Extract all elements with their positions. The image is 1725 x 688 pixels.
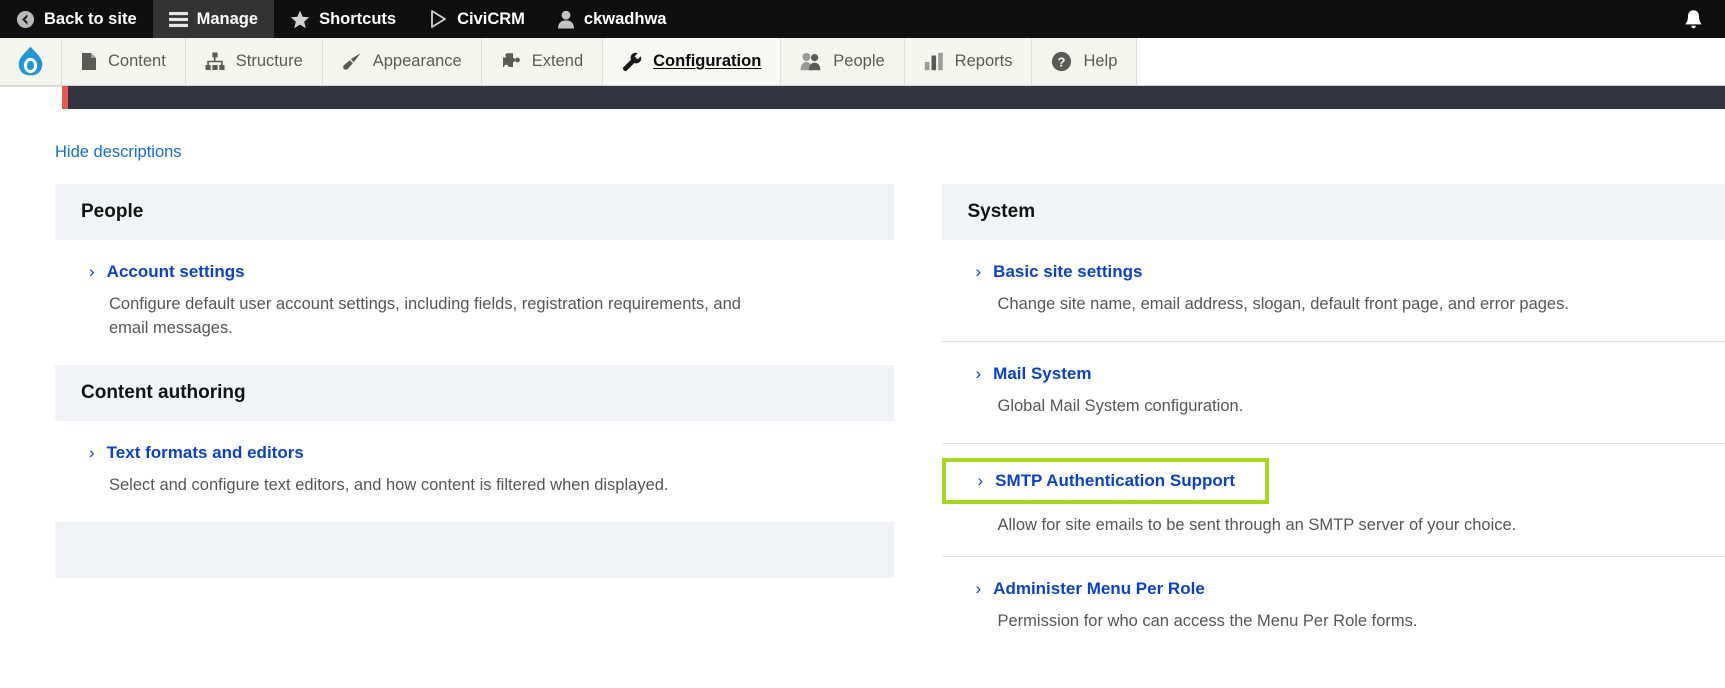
menu-item-people[interactable]: People: [781, 38, 905, 85]
config-link-label: Text formats and editors: [106, 442, 304, 462]
admin-bar-item-shortcuts[interactable]: Shortcuts: [274, 0, 412, 38]
admin-bar-item-user[interactable]: ckwadhwa: [541, 0, 683, 38]
drupal-logo-button[interactable]: [0, 38, 62, 85]
admin-bar-label: Back to site: [44, 9, 137, 28]
people-icon: [800, 52, 822, 71]
user-icon: [557, 10, 575, 29]
menu-item-configuration[interactable]: Configuration: [603, 38, 782, 85]
menu-item-label: Appearance: [372, 52, 462, 70]
sitemap-icon: [205, 52, 225, 71]
wrench-icon: [622, 52, 642, 72]
page-header-navy-bar: [68, 86, 1725, 109]
menu-item-label: People: [833, 52, 885, 70]
hamburger-icon: [168, 11, 188, 28]
chevron-right-icon: ›: [975, 578, 982, 598]
menu-item-label: Content: [108, 52, 166, 70]
config-entry-smtp-authentication-support: › SMTP Authentication Support Allow for …: [941, 444, 1725, 557]
section-body: › Account settings Configure default use…: [55, 240, 894, 365]
section-heading: System: [941, 184, 1725, 240]
admin-bar-item-manage[interactable]: Manage: [152, 0, 275, 38]
config-column-left: People › Account settings Configure defa…: [55, 184, 894, 658]
section-body: › Text formats and editors Select and co…: [55, 421, 894, 522]
admin-bar-item-back-to-site[interactable]: Back to site: [0, 0, 153, 38]
config-columns: People › Account settings Configure defa…: [55, 184, 1725, 658]
config-link-label: Administer Menu Per Role: [993, 578, 1205, 598]
admin-menu-bar: Content Structure Appearance Extend Conf…: [0, 38, 1725, 86]
admin-bar-item-civicrm[interactable]: CiviCRM: [412, 0, 541, 38]
config-link-text-formats-and-editors[interactable]: › Text formats and editors: [55, 443, 894, 463]
admin-bar-label: Manage: [196, 9, 259, 28]
config-entry-description: Allow for site emails to be sent through…: [997, 515, 1517, 534]
section-heading: Content authoring: [55, 364, 894, 421]
page-header-gutter: [0, 86, 62, 109]
chevron-right-icon: ›: [975, 262, 982, 281]
config-link-label: Mail System: [993, 363, 1092, 383]
config-link-label: Basic site settings: [993, 262, 1143, 281]
config-link-administer-menu-per-role[interactable]: › Administer Menu Per Role: [942, 579, 1725, 599]
config-link-mail-system[interactable]: › Mail System: [942, 364, 1725, 384]
menu-item-label: Configuration: [653, 52, 762, 70]
back-arrow-circle-icon: [16, 10, 35, 29]
config-link-label: Account settings: [106, 262, 245, 281]
notifications-button[interactable]: [1662, 0, 1725, 38]
config-link-smtp-authentication-support[interactable]: › SMTP Authentication Support: [941, 457, 1270, 504]
config-section-content-authoring: Content authoring › Text formats and edi…: [55, 364, 894, 522]
section-heading-partial: [55, 521, 894, 578]
bar-chart-icon: [924, 52, 944, 71]
config-entry-description: Select and configure text editors, and h…: [109, 475, 669, 494]
menu-item-label: Extend: [531, 52, 584, 70]
menu-item-reports[interactable]: Reports: [905, 38, 1033, 85]
config-link-basic-site-settings[interactable]: › Basic site settings: [942, 262, 1725, 282]
config-entry-description: Configure default user account settings,…: [109, 295, 741, 337]
config-entry-basic-site-settings: › Basic site settings Change site name, …: [941, 240, 1725, 342]
config-entry-account-settings: › Account settings Configure default use…: [55, 240, 894, 365]
chevron-right-icon: ›: [977, 470, 984, 490]
chevron-right-icon: ›: [975, 363, 982, 383]
section-body: › Basic site settings Change site name, …: [941, 240, 1725, 658]
document-icon: [81, 52, 97, 71]
section-heading: People: [55, 184, 894, 240]
chevron-right-icon: ›: [89, 262, 95, 281]
admin-bar-label: CiviCRM: [457, 9, 525, 28]
admin-bar-label: Shortcuts: [319, 9, 397, 28]
menu-item-label: Reports: [954, 52, 1013, 70]
config-section-people: People › Account settings Configure defa…: [55, 184, 894, 365]
menu-item-help[interactable]: ? Help: [1032, 38, 1138, 85]
admin-bar-spacer: [682, 0, 1662, 38]
config-entry-administer-menu-per-role: › Administer Menu Per Role Permission fo…: [942, 557, 1725, 658]
hide-descriptions-link[interactable]: Hide descriptions: [55, 143, 182, 162]
menu-item-appearance[interactable]: Appearance: [323, 38, 482, 85]
menu-item-content[interactable]: Content: [62, 38, 186, 85]
drupal-droplet-icon: [17, 46, 44, 78]
paintbrush-icon: [342, 52, 362, 71]
menu-item-label: Help: [1083, 52, 1118, 70]
config-link-label: SMTP Authentication Support: [995, 470, 1236, 490]
page-header-strip: [0, 86, 1725, 109]
config-entry-description: Permission for who can access the Menu P…: [997, 611, 1418, 630]
bell-icon: [1684, 9, 1703, 30]
config-column-right: System › Basic site settings Change site…: [941, 184, 1725, 658]
chevron-right-icon: ›: [89, 442, 95, 462]
config-entry-description: Global Mail System configuration.: [997, 396, 1244, 415]
config-link-account-settings[interactable]: › Account settings: [55, 262, 894, 282]
menu-item-label: Structure: [235, 52, 303, 70]
question-circle-icon: ?: [1051, 51, 1072, 72]
config-entry-text-formats-and-editors: › Text formats and editors Select and co…: [55, 421, 894, 522]
menu-item-extend[interactable]: Extend: [482, 38, 604, 85]
config-section-next-partial: [55, 521, 894, 578]
star-icon: [290, 10, 310, 29]
svg-text:?: ?: [1058, 54, 1066, 69]
puzzle-piece-icon: [501, 52, 521, 71]
config-entry-description: Change site name, email address, slogan,…: [997, 295, 1569, 313]
admin-toolbar: Back to site Manage Shortcuts CiviCRM ck…: [0, 0, 1725, 38]
civicrm-triangle-icon: [428, 9, 448, 29]
page-content: Hide descriptions People › Account setti…: [0, 109, 1725, 658]
config-section-system: System › Basic site settings Change site…: [941, 184, 1725, 658]
config-entry-mail-system: › Mail System Global Mail System configu…: [941, 342, 1725, 444]
admin-bar-label: ckwadhwa: [583, 9, 667, 28]
menu-bar-filler: [1137, 38, 1725, 85]
menu-item-structure[interactable]: Structure: [186, 38, 323, 85]
